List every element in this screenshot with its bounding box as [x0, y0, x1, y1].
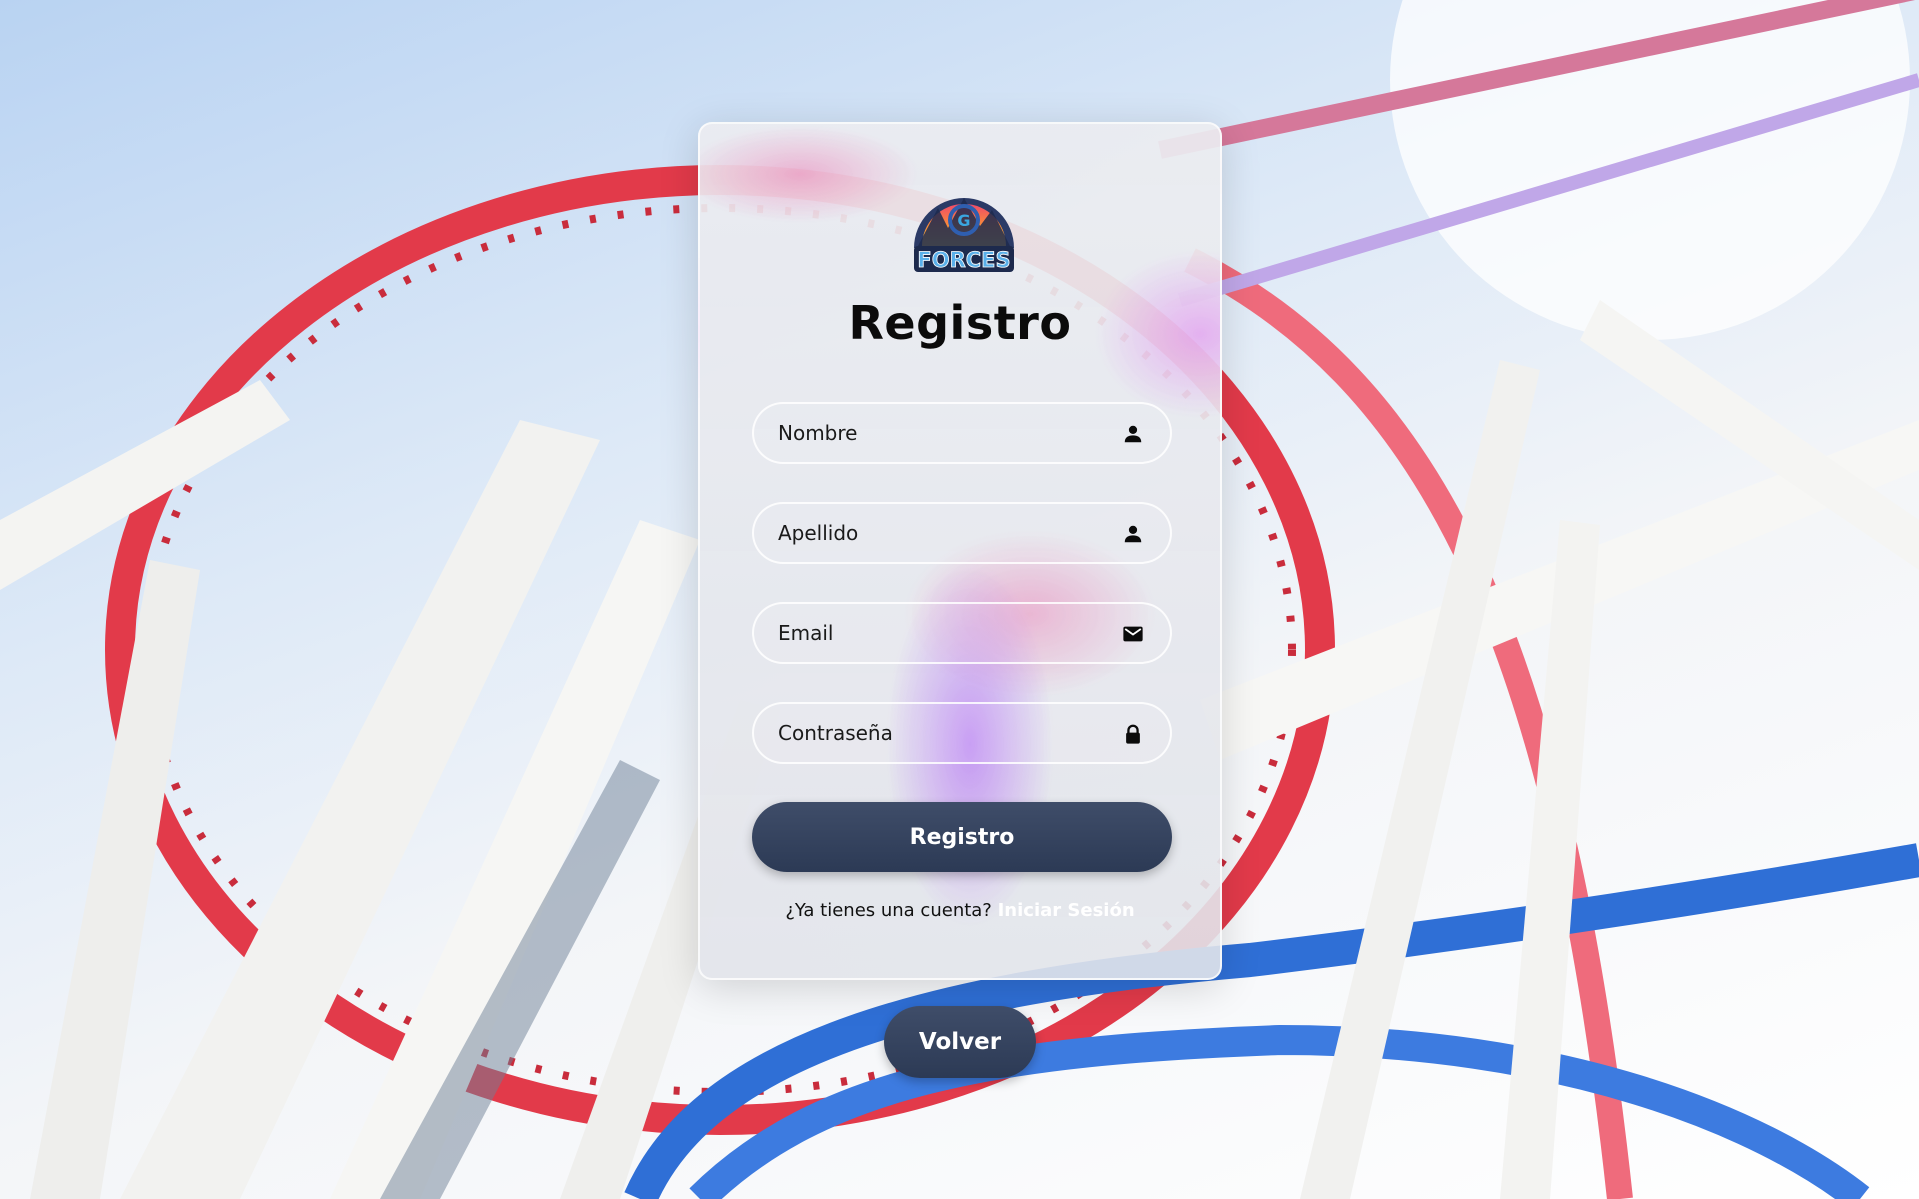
- first-name-input[interactable]: [754, 404, 1170, 462]
- register-button[interactable]: Registro: [752, 802, 1172, 872]
- last-name-field[interactable]: [752, 502, 1172, 564]
- back-button[interactable]: Volver: [884, 1006, 1036, 1078]
- first-name-field[interactable]: [752, 402, 1172, 464]
- email-field[interactable]: [752, 602, 1172, 664]
- password-field[interactable]: [752, 702, 1172, 764]
- email-input[interactable]: [754, 604, 1170, 662]
- user-icon: [1124, 525, 1142, 543]
- logo-text: FORCES: [917, 248, 1010, 272]
- page-title: Registro: [848, 296, 1072, 350]
- password-input[interactable]: [754, 704, 1170, 762]
- svg-text:G: G: [957, 211, 970, 230]
- user-icon: [1124, 425, 1142, 443]
- envelope-icon: [1123, 626, 1143, 642]
- login-prompt-line: ¿Ya tienes una cuenta? Iniciar Sesión: [700, 900, 1220, 921]
- login-link[interactable]: Iniciar Sesión: [998, 900, 1135, 921]
- last-name-input[interactable]: [754, 504, 1170, 562]
- login-prompt-text: ¿Ya tienes una cuenta?: [785, 900, 992, 921]
- forces-logo: G FORCES: [914, 198, 1014, 272]
- register-card: G FORCES Registro Registro ¿Ya: [698, 122, 1222, 980]
- lock-icon: [1126, 724, 1140, 744]
